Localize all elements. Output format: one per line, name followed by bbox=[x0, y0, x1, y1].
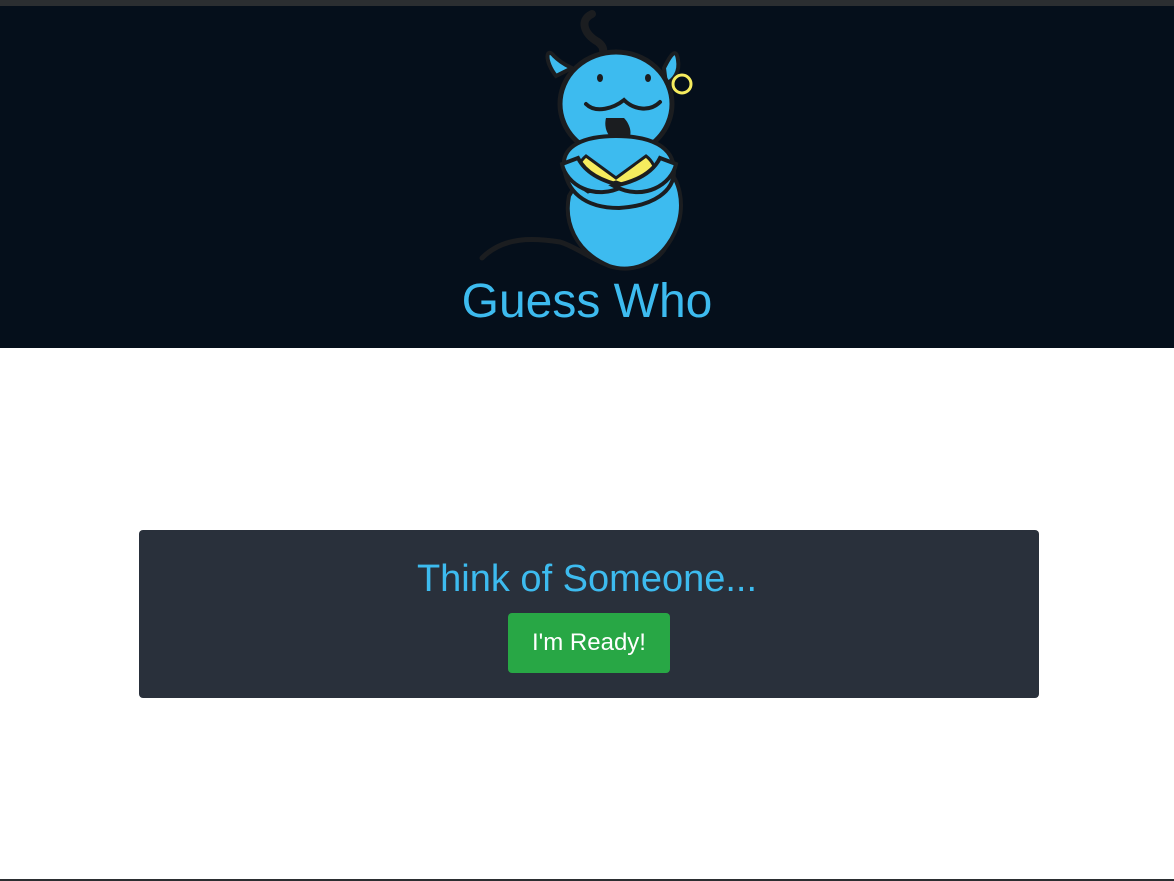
app-title: Guess Who bbox=[461, 275, 713, 328]
genie-logo-icon bbox=[479, 10, 693, 271]
prompt-heading: Think of Someone... bbox=[416, 558, 758, 600]
ready-button[interactable]: I'm Ready! bbox=[508, 613, 670, 673]
